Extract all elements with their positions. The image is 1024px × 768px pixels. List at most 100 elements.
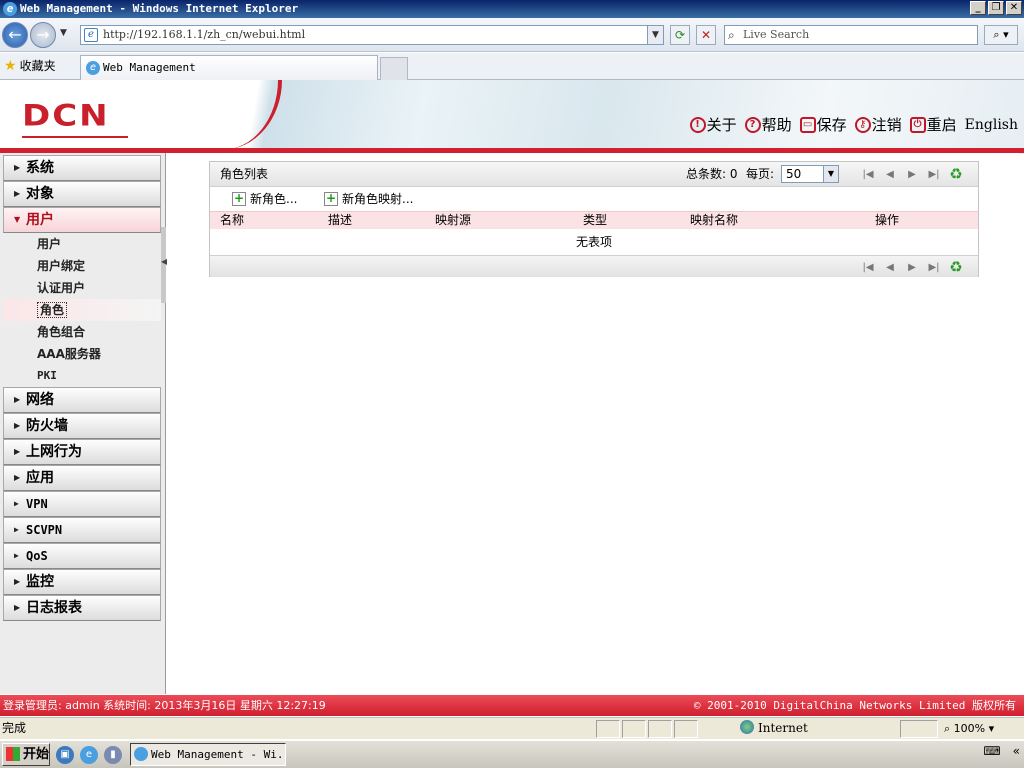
- help-label: 帮助: [761, 116, 792, 134]
- back-button[interactable]: ←: [2, 22, 28, 48]
- refresh-icon[interactable]: ♻: [948, 258, 964, 276]
- restore-button[interactable]: ❐: [988, 1, 1004, 15]
- about-link[interactable]: ! 关于: [689, 114, 737, 135]
- grid-footer: |◀ ◀ ▶ ▶| ♻: [210, 255, 978, 277]
- sidebar-item-auth-user[interactable]: 认证用户: [3, 277, 161, 299]
- item-label: AAA服务器: [37, 347, 101, 361]
- item-label: 用户: [37, 237, 62, 251]
- prev-page-icon[interactable]: ◀: [882, 169, 898, 180]
- tab-title: Web Management: [103, 61, 196, 74]
- refresh-icon[interactable]: ♻: [948, 165, 964, 183]
- ie-icon: e: [3, 2, 17, 16]
- column-header-mapping-source[interactable]: 映射源: [435, 212, 471, 228]
- sidebar-item-aaa-server[interactable]: AAA服务器: [3, 343, 161, 365]
- add-icon: +: [232, 191, 246, 206]
- first-page-icon[interactable]: |◀: [860, 169, 876, 180]
- first-page-icon[interactable]: |◀: [860, 262, 876, 273]
- close-button[interactable]: ✕: [1006, 1, 1022, 15]
- logout-link[interactable]: ⚷ 注销: [854, 114, 902, 135]
- address-dropdown-icon[interactable]: ▼: [647, 26, 663, 44]
- chevron-right-icon: ▶: [14, 189, 21, 198]
- new-role-mapping-label: 新角色映射...: [342, 192, 414, 206]
- sidebar-section-user[interactable]: ▼ 用户: [3, 207, 161, 233]
- search-input[interactable]: ⌕ Live Search: [724, 25, 978, 45]
- sidebar-section-network[interactable]: ▶ 网络: [3, 387, 161, 413]
- sidebar-item-pki[interactable]: PKI: [3, 365, 161, 387]
- sidebar-section-application[interactable]: ▶ 应用: [3, 465, 161, 491]
- section-label: 防火墙: [26, 418, 68, 434]
- quicklaunch-desktop-icon[interactable]: ▣: [56, 746, 74, 764]
- tray-expand-icon[interactable]: «: [1013, 744, 1020, 758]
- sidebar-section-internet-behavior[interactable]: ▶ 上网行为: [3, 439, 161, 465]
- quicklaunch-media-icon[interactable]: ▮: [104, 746, 122, 764]
- sidebar-section-system[interactable]: ▶ 系统: [3, 155, 161, 181]
- last-page-icon[interactable]: ▶|: [926, 169, 942, 180]
- start-button[interactable]: 开始: [2, 743, 50, 766]
- column-header-mapping-name[interactable]: 映射名称: [690, 212, 738, 228]
- browser-status-bar: 完成 Internet ⌕ 100% ▾: [0, 717, 1024, 739]
- chevron-right-icon: ▶: [14, 447, 21, 456]
- reboot-link[interactable]: ⏻ 重启: [909, 114, 957, 135]
- sidebar-section-log-report[interactable]: ▶ 日志报表: [3, 595, 161, 621]
- status-cell: [596, 720, 620, 738]
- sidebar-section-monitor[interactable]: ▶ 监控: [3, 569, 161, 595]
- grid-toolbar: + 新角色... + 新角色映射...: [210, 187, 978, 211]
- sidebar-item-role-combination[interactable]: 角色组合: [3, 321, 161, 343]
- sidebar-section-scvpn[interactable]: ▶ SCVPN: [3, 517, 161, 543]
- per-page-value: 50: [786, 167, 802, 181]
- taskbar: 开始 ▣ e ▮ Web Management - Wi... ⌨ «: [0, 740, 1024, 768]
- quicklaunch-ie-icon[interactable]: e: [80, 746, 98, 764]
- page-icon: e: [84, 28, 98, 42]
- minimize-button[interactable]: _: [970, 1, 986, 15]
- sidebar-section-qos[interactable]: ▶ QoS: [3, 543, 161, 569]
- sidebar-menu: ▶ 系统 ▶ 对象 ▼ 用户 用户 用户绑定 认证用户 角色 角色组合 AAA服务器 …: [3, 155, 161, 621]
- prev-page-icon[interactable]: ◀: [882, 262, 898, 273]
- address-bar[interactable]: e http://192.168.1.1/zh_cn/webui.html ▼: [80, 25, 664, 45]
- sidebar-item-user[interactable]: 用户: [3, 233, 161, 255]
- search-go-button[interactable]: ⌕ ▾: [984, 25, 1018, 45]
- per-page-select[interactable]: 50 ▼: [781, 165, 839, 183]
- browser-tab[interactable]: e Web Management: [80, 55, 378, 80]
- favorites-button[interactable]: ★ 收藏夹: [4, 57, 56, 75]
- history-dropdown-icon[interactable]: ▼: [60, 28, 67, 38]
- item-label: 角色组合: [37, 325, 86, 339]
- protected-mode-cell[interactable]: [900, 720, 938, 738]
- last-page-icon[interactable]: ▶|: [926, 262, 942, 273]
- save-link[interactable]: ▭ 保存: [799, 114, 847, 135]
- section-label: 日志报表: [26, 600, 82, 616]
- taskbar-item-ie[interactable]: Web Management - Wi...: [130, 743, 286, 766]
- new-role-button[interactable]: + 新角色...: [232, 190, 297, 208]
- sidebar-section-objects[interactable]: ▶ 对象: [3, 181, 161, 207]
- column-header-description[interactable]: 描述: [328, 212, 352, 228]
- reboot-icon: ⏻: [909, 116, 926, 133]
- sidebar-section-vpn[interactable]: ▶ VPN: [3, 491, 161, 517]
- grid-title: 角色列表: [220, 167, 269, 181]
- system-tray: ⌨ «: [983, 744, 1020, 758]
- next-page-icon[interactable]: ▶: [904, 262, 920, 273]
- sidebar-item-user-binding[interactable]: 用户绑定: [3, 255, 161, 277]
- refresh-button[interactable]: ⟳: [670, 25, 690, 45]
- zoom-control[interactable]: ⌕ 100% ▾: [944, 718, 994, 739]
- sidebar-collapse-handle[interactable]: ◀: [161, 227, 167, 303]
- item-label: 认证用户: [37, 281, 86, 295]
- forward-button[interactable]: →: [30, 22, 56, 48]
- favorites-bar: ★ 收藏夹 e Web Management: [0, 53, 1024, 80]
- chevron-right-icon: ▶: [14, 395, 21, 404]
- keyboard-icon[interactable]: ⌨: [983, 744, 1000, 758]
- next-page-icon[interactable]: ▶: [904, 169, 920, 180]
- section-label: 系统: [26, 160, 54, 176]
- new-tab-button[interactable]: [380, 57, 408, 80]
- section-label: 监控: [26, 574, 54, 590]
- english-link[interactable]: English: [965, 117, 1018, 133]
- help-link[interactable]: ? 帮助: [744, 114, 792, 135]
- new-role-mapping-button[interactable]: + 新角色映射...: [324, 190, 413, 208]
- chevron-right-icon: ▶: [14, 577, 21, 586]
- sidebar-section-firewall[interactable]: ▶ 防火墙: [3, 413, 161, 439]
- stop-button[interactable]: ✕: [696, 25, 716, 45]
- column-header-name[interactable]: 名称: [220, 212, 244, 228]
- browser-navbar: ← → ▼ e http://192.168.1.1/zh_cn/webui.h…: [0, 18, 1024, 52]
- sidebar-item-role[interactable]: 角色: [3, 299, 161, 321]
- column-header-type[interactable]: 类型: [583, 212, 607, 228]
- security-zone[interactable]: Internet: [740, 718, 808, 739]
- sidebar: ▶ 系统 ▶ 对象 ▼ 用户 用户 用户绑定 认证用户 角色 角色组合 AAA服务器 …: [0, 153, 166, 694]
